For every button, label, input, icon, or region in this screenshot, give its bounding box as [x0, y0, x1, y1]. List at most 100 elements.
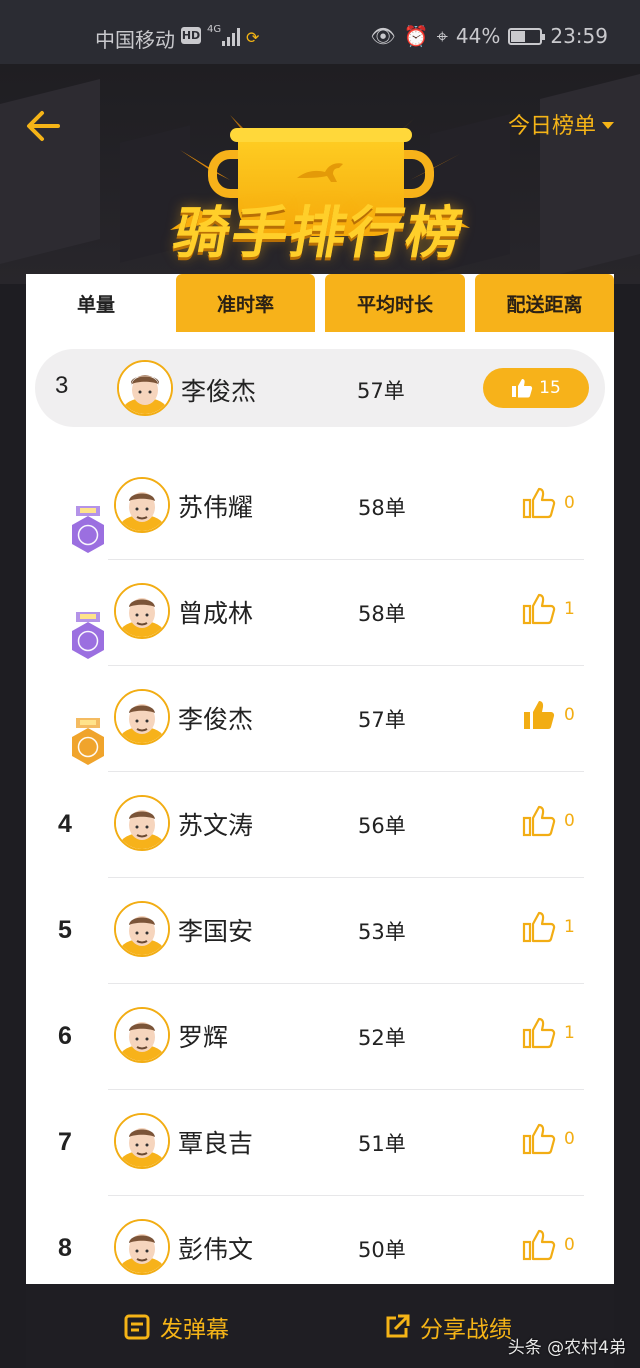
table-row: 1 曾成林 58单 1: [26, 560, 614, 666]
my-rank-row: 3 李俊杰 57单 15: [35, 349, 605, 427]
like-button[interactable]: 0: [522, 487, 575, 519]
avatar: [114, 1007, 170, 1063]
thumbs-up-icon: [522, 593, 556, 625]
thumbs-up-icon: [522, 1123, 556, 1155]
thumbs-up-icon: [522, 487, 556, 519]
order-count: 58单: [358, 496, 406, 520]
rank-number: 7: [58, 1128, 72, 1156]
like-count: 0: [564, 1235, 575, 1255]
eye-icon: 👁: [370, 24, 396, 48]
table-row: 8 彭伟文 50单 0: [26, 1196, 614, 1294]
avatar: [114, 1219, 170, 1275]
avatar: [114, 689, 170, 745]
leaderboard-card: 单量 准时率 平均时长 配送距离 3 李俊杰 57单 15 1 苏伟耀 58单 …: [26, 274, 614, 1294]
status-bar: 中国移动 HD 4G ⟳ 👁 ⏰ ⌖ 44% 23:59: [0, 0, 640, 64]
order-count: 57单: [358, 708, 406, 732]
my-like-count: 15: [539, 378, 561, 398]
order-count: 50单: [358, 1238, 406, 1262]
rider-name: 苏伟耀: [178, 493, 254, 522]
tab-bar: 单量 准时率 平均时长 配送距离: [26, 274, 614, 332]
like-button[interactable]: 1: [522, 1017, 575, 1049]
my-order-count: 57单: [357, 379, 405, 403]
watermark: 头条 @农村4弟: [507, 1338, 626, 1358]
thumbs-up-icon: [522, 1017, 556, 1049]
thumbs-up-icon: [522, 805, 556, 837]
avatar: [114, 901, 170, 957]
tab-delivery-distance[interactable]: 配送距离: [475, 274, 614, 332]
table-row: 1 苏伟耀 58单 0: [26, 454, 614, 560]
like-count: 1: [564, 599, 575, 619]
page-title: 骑手排行榜: [168, 201, 470, 266]
rank-number: 5: [58, 916, 72, 944]
share-icon: [386, 1314, 410, 1338]
order-count: 56单: [358, 814, 406, 838]
rider-avatar-icon: [116, 797, 168, 849]
rider-name: 李俊杰: [178, 705, 254, 734]
table-row: 4 苏文涛 56单 0: [26, 772, 614, 878]
rank-medal: 1: [46, 480, 104, 553]
tab-avg-duration[interactable]: 平均时长: [325, 274, 465, 332]
tab-on-time-rate[interactable]: 准时率: [176, 274, 315, 332]
battery-icon: [508, 27, 546, 45]
rank-medal: 1: [46, 586, 104, 659]
medal-number: 1: [64, 498, 72, 514]
avatar: [114, 795, 170, 851]
rank-number: 8: [58, 1234, 72, 1262]
like-count: 0: [564, 811, 575, 831]
rider-avatar-icon: [116, 1009, 168, 1061]
my-rider-name: 李俊杰: [181, 377, 257, 406]
order-count: 51单: [358, 1132, 406, 1156]
tab-order-count[interactable]: 单量: [26, 274, 166, 332]
rider-avatar-icon: [116, 585, 168, 637]
trophy-rim: [230, 128, 412, 142]
rider-avatar-icon: [116, 691, 168, 743]
rider-name: 覃良吉: [178, 1129, 254, 1158]
like-button[interactable]: 0: [522, 1123, 575, 1155]
order-count: 58单: [358, 602, 406, 626]
network-type: 4G: [207, 24, 222, 35]
share-record-label: 分享战绩: [420, 1317, 512, 1343]
medal-icon: [72, 718, 104, 765]
thumbs-up-icon: [522, 1229, 556, 1261]
like-button[interactable]: 1: [522, 593, 575, 625]
back-arrow-icon: [27, 111, 60, 141]
thumbs-up-icon: [522, 911, 556, 943]
like-button[interactable]: 0: [522, 1229, 575, 1261]
table-row: 5 李国安 53单 1: [26, 878, 614, 984]
order-count: 53单: [358, 920, 406, 944]
range-dropdown[interactable]: 今日榜单: [508, 108, 614, 140]
send-danmaku-label: 发弹幕: [160, 1317, 229, 1343]
like-count: 0: [564, 705, 575, 725]
table-row: 3 李俊杰 57单 0: [26, 666, 614, 772]
rider-name: 曾成林: [178, 599, 254, 628]
rider-avatar-icon: [116, 479, 168, 531]
hd-badge: HD: [181, 27, 201, 44]
avatar: [114, 477, 170, 533]
carrier-label: 中国移动: [95, 28, 175, 52]
location-icon: ⌖: [436, 24, 448, 48]
rank-medal: 3: [46, 692, 104, 765]
send-danmaku-button[interactable]: 发弹幕: [124, 1310, 229, 1344]
caret-down-icon: [602, 121, 614, 129]
signal-icon: [222, 28, 242, 46]
rider-name: 彭伟文: [178, 1235, 254, 1264]
rider-name: 罗辉: [178, 1023, 229, 1052]
like-button[interactable]: 1: [522, 911, 575, 943]
like-button[interactable]: 0: [522, 699, 575, 731]
rider-avatar-icon: [116, 1115, 168, 1167]
share-record-button[interactable]: 分享战绩: [384, 1310, 512, 1344]
hotspot-icon: ⟳: [246, 28, 260, 47]
my-rank-number: 3: [55, 372, 69, 399]
medal-number: 3: [64, 710, 72, 726]
avatar: [114, 1113, 170, 1169]
rider-avatar-icon: [116, 1221, 168, 1273]
table-row: 6 罗辉 52单 1: [26, 984, 614, 1090]
my-like-button[interactable]: 15: [483, 368, 589, 408]
alarm-icon: ⏰: [403, 24, 429, 48]
like-button[interactable]: 0: [522, 805, 575, 837]
rank-number: 6: [58, 1022, 72, 1050]
battery-percent: 44%: [455, 24, 501, 48]
danmaku-icon: [124, 1314, 150, 1340]
back-button[interactable]: [22, 104, 66, 148]
kangaroo-icon: [297, 163, 343, 182]
